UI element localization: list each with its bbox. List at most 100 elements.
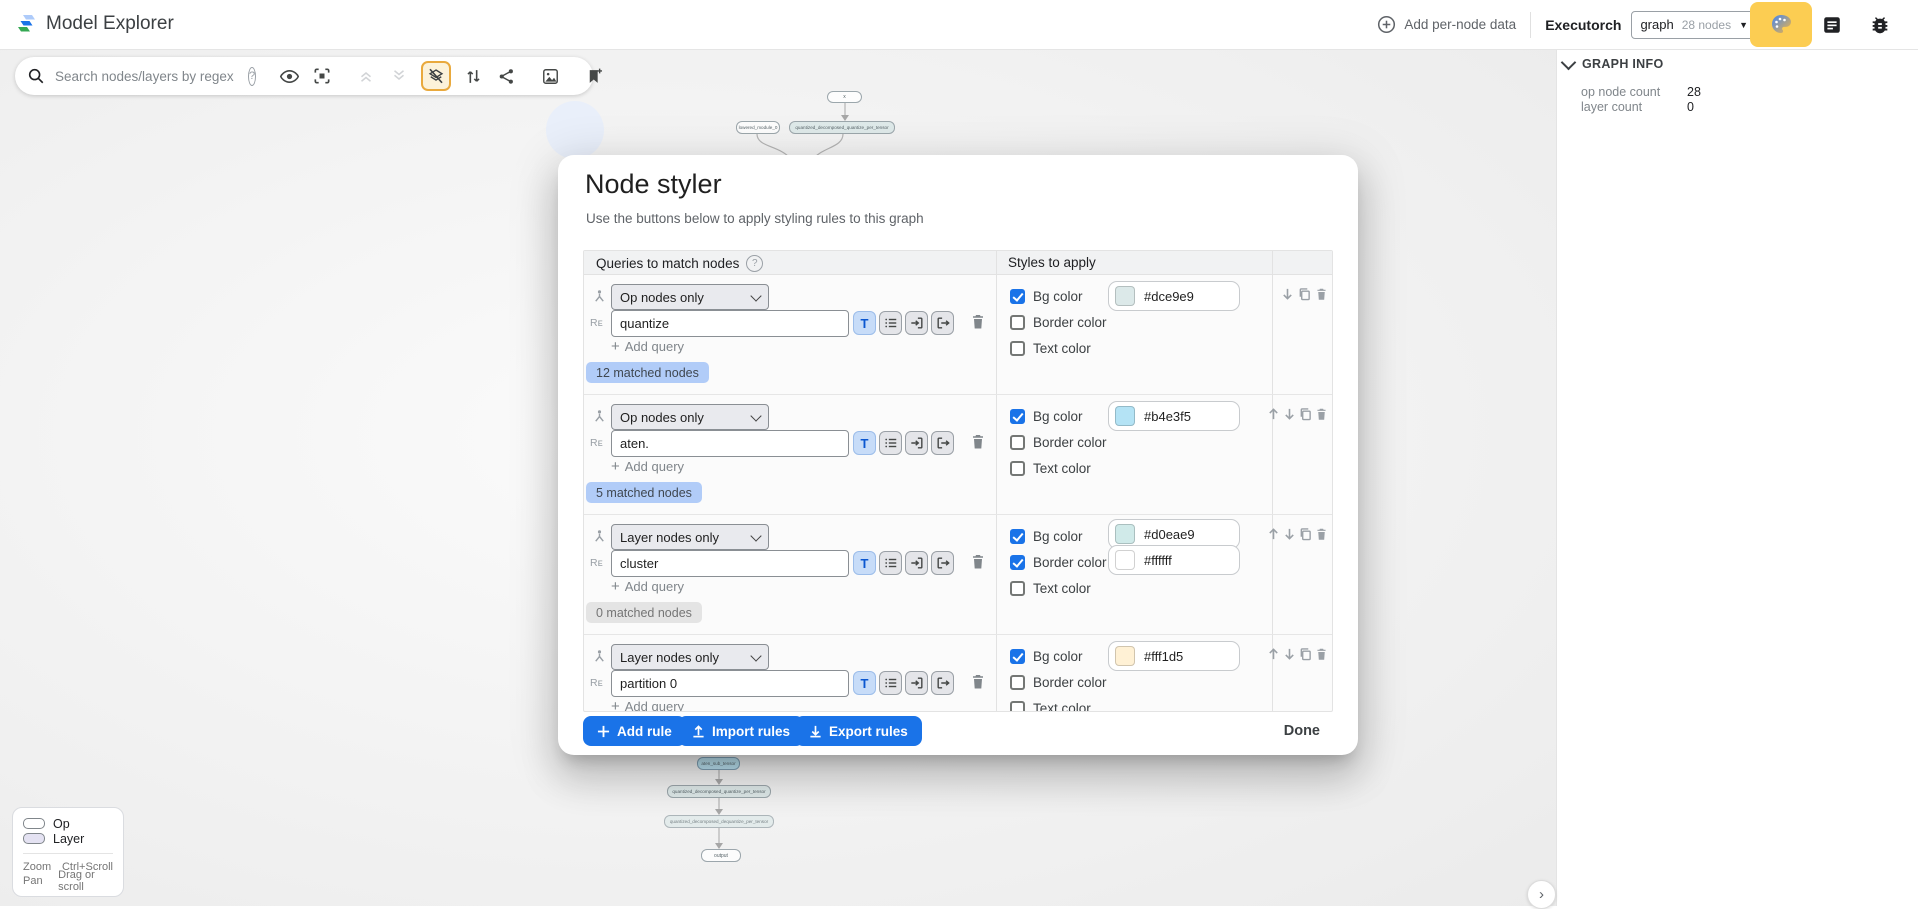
query-regex-input[interactable] bbox=[611, 430, 849, 457]
delete-query-button[interactable] bbox=[970, 553, 986, 570]
move-rule-down-button[interactable] bbox=[1283, 646, 1296, 661]
graph-selector-dropdown[interactable]: graph 28 nodes ▼ bbox=[1631, 11, 1757, 39]
match-label-toggle[interactable]: T bbox=[853, 671, 876, 695]
add-query-button[interactable]: + Add query bbox=[611, 338, 684, 355]
border-color-field[interactable]: #ffffff bbox=[1108, 545, 1240, 575]
toggle-visibility-button[interactable] bbox=[278, 65, 300, 87]
node-type-select[interactable]: Layer nodes only bbox=[611, 644, 769, 670]
match-attrs-toggle[interactable] bbox=[879, 551, 902, 575]
match-inputs-toggle[interactable] bbox=[905, 431, 928, 455]
duplicate-rule-button[interactable] bbox=[1299, 406, 1312, 421]
bg-color-checkbox[interactable] bbox=[1010, 529, 1025, 544]
match-outputs-toggle[interactable] bbox=[931, 671, 954, 695]
bg-color-checkbox[interactable] bbox=[1010, 409, 1025, 424]
duplicate-rule-button[interactable] bbox=[1297, 286, 1311, 301]
done-button[interactable]: Done bbox=[1278, 716, 1326, 746]
search-help-icon[interactable]: ? bbox=[248, 67, 256, 86]
duplicate-rule-button[interactable] bbox=[1299, 526, 1312, 541]
move-rule-up-button[interactable] bbox=[1267, 406, 1280, 421]
match-attrs-toggle[interactable] bbox=[879, 311, 902, 335]
move-rule-up-button[interactable] bbox=[1267, 646, 1280, 661]
export-rules-button[interactable]: Export rules bbox=[795, 716, 922, 746]
graph-node[interactable]: x bbox=[827, 91, 862, 103]
delete-query-button[interactable] bbox=[970, 313, 986, 330]
match-outputs-toggle[interactable] bbox=[931, 551, 954, 575]
export-image-button[interactable] bbox=[539, 65, 561, 87]
add-per-node-data-button[interactable]: Add per-node data bbox=[1377, 15, 1516, 34]
move-rule-down-button[interactable] bbox=[1283, 406, 1296, 421]
border-color-checkbox[interactable] bbox=[1010, 435, 1025, 450]
add-rule-button[interactable]: Add rule bbox=[583, 716, 686, 746]
graph-node[interactable]: lowered_module_0 bbox=[736, 121, 780, 134]
border-color-checkbox[interactable] bbox=[1010, 315, 1025, 330]
copy-icon bbox=[1299, 407, 1312, 421]
node-styler-dialog: Node styler Use the buttons below to app… bbox=[558, 155, 1358, 755]
match-label-toggle[interactable]: T bbox=[853, 311, 876, 335]
match-inputs-toggle[interactable] bbox=[905, 311, 928, 335]
graph-node[interactable]: quantized_decomposed_dequantize_per_tens… bbox=[664, 815, 774, 828]
add-query-button[interactable]: + Add query bbox=[611, 458, 684, 475]
match-outputs-toggle[interactable] bbox=[931, 311, 954, 335]
panel-collapse-button[interactable]: › bbox=[1527, 880, 1556, 909]
search-input[interactable] bbox=[53, 68, 237, 85]
match-inputs-toggle[interactable] bbox=[905, 551, 928, 575]
report-bug-button[interactable] bbox=[1868, 13, 1892, 37]
graph-node[interactable]: aten_sub_tensor bbox=[697, 757, 740, 770]
text-color-checkbox[interactable] bbox=[1010, 461, 1025, 476]
add-query-button[interactable]: + Add query bbox=[611, 698, 684, 712]
match-outputs-toggle[interactable] bbox=[931, 431, 954, 455]
add-query-button[interactable]: + Add query bbox=[611, 578, 684, 595]
collapse-all-layers-button[interactable] bbox=[355, 65, 377, 87]
move-rule-up-button[interactable] bbox=[1267, 526, 1280, 541]
queries-help-icon[interactable]: ? bbox=[746, 255, 763, 272]
match-attrs-toggle[interactable] bbox=[879, 671, 902, 695]
text-color-checkbox[interactable] bbox=[1010, 341, 1025, 356]
delete-query-button[interactable] bbox=[970, 433, 986, 450]
reorder-layout-button[interactable] bbox=[462, 65, 484, 87]
bg-color-field[interactable]: #dce9e9 bbox=[1108, 281, 1240, 311]
graph-node[interactable]: quantized_decomposed_quantize_per_tensor bbox=[667, 785, 771, 798]
match-label-toggle[interactable]: T bbox=[853, 431, 876, 455]
model-source-button[interactable] bbox=[1820, 13, 1844, 37]
import-rules-button[interactable]: Import rules bbox=[678, 716, 804, 746]
graph-node[interactable]: quantized_decomposed_quantize_per_tensor bbox=[789, 121, 895, 134]
layer-node-swatch bbox=[23, 833, 45, 844]
border-color-checkbox[interactable] bbox=[1010, 555, 1025, 570]
bg-color-checkbox[interactable] bbox=[1010, 289, 1025, 304]
move-rule-down-button[interactable] bbox=[1283, 526, 1296, 541]
text-color-checkbox[interactable] bbox=[1010, 701, 1025, 713]
graph-node[interactable]: output bbox=[701, 849, 741, 862]
text-color-checkbox[interactable] bbox=[1010, 581, 1025, 596]
search-icon bbox=[27, 67, 45, 85]
delete-rule-button[interactable] bbox=[1315, 406, 1328, 421]
flatten-layers-button[interactable] bbox=[421, 61, 451, 91]
match-label-toggle[interactable]: T bbox=[853, 551, 876, 575]
query-regex-input[interactable] bbox=[611, 670, 849, 697]
bg-color-field[interactable]: #b4e3f5 bbox=[1108, 401, 1240, 431]
border-color-checkbox[interactable] bbox=[1010, 675, 1025, 690]
node-type-select[interactable]: Op nodes only bbox=[611, 404, 769, 430]
delete-rule-button[interactable] bbox=[1315, 646, 1328, 661]
fit-to-screen-button[interactable] bbox=[311, 65, 333, 87]
move-rule-down-button[interactable] bbox=[1280, 286, 1294, 301]
delete-query-button[interactable] bbox=[970, 673, 986, 690]
query-regex-input[interactable] bbox=[611, 550, 849, 577]
delete-rule-button[interactable] bbox=[1314, 286, 1328, 301]
graph-info-title: GRAPH INFO bbox=[1582, 57, 1663, 71]
bookmark-button[interactable] bbox=[583, 65, 605, 87]
node-type-select[interactable]: Op nodes only bbox=[611, 284, 769, 310]
node-type-select[interactable]: Layer nodes only bbox=[611, 524, 769, 550]
duplicate-rule-button[interactable] bbox=[1299, 646, 1312, 661]
node-styler-button[interactable] bbox=[1769, 12, 1793, 36]
search-box[interactable] bbox=[27, 67, 237, 85]
query-regex-input[interactable] bbox=[611, 310, 849, 337]
bg-color-checkbox[interactable] bbox=[1010, 649, 1025, 664]
chevron-down-icon bbox=[750, 290, 761, 301]
graph-info-header[interactable]: GRAPH INFO bbox=[1563, 57, 1663, 71]
bg-color-field[interactable]: #fff1d5 bbox=[1108, 641, 1240, 671]
expand-all-layers-button[interactable] bbox=[388, 65, 410, 87]
delete-rule-button[interactable] bbox=[1315, 526, 1328, 541]
match-attrs-toggle[interactable] bbox=[879, 431, 902, 455]
share-graph-button[interactable] bbox=[495, 65, 517, 87]
match-inputs-toggle[interactable] bbox=[905, 671, 928, 695]
